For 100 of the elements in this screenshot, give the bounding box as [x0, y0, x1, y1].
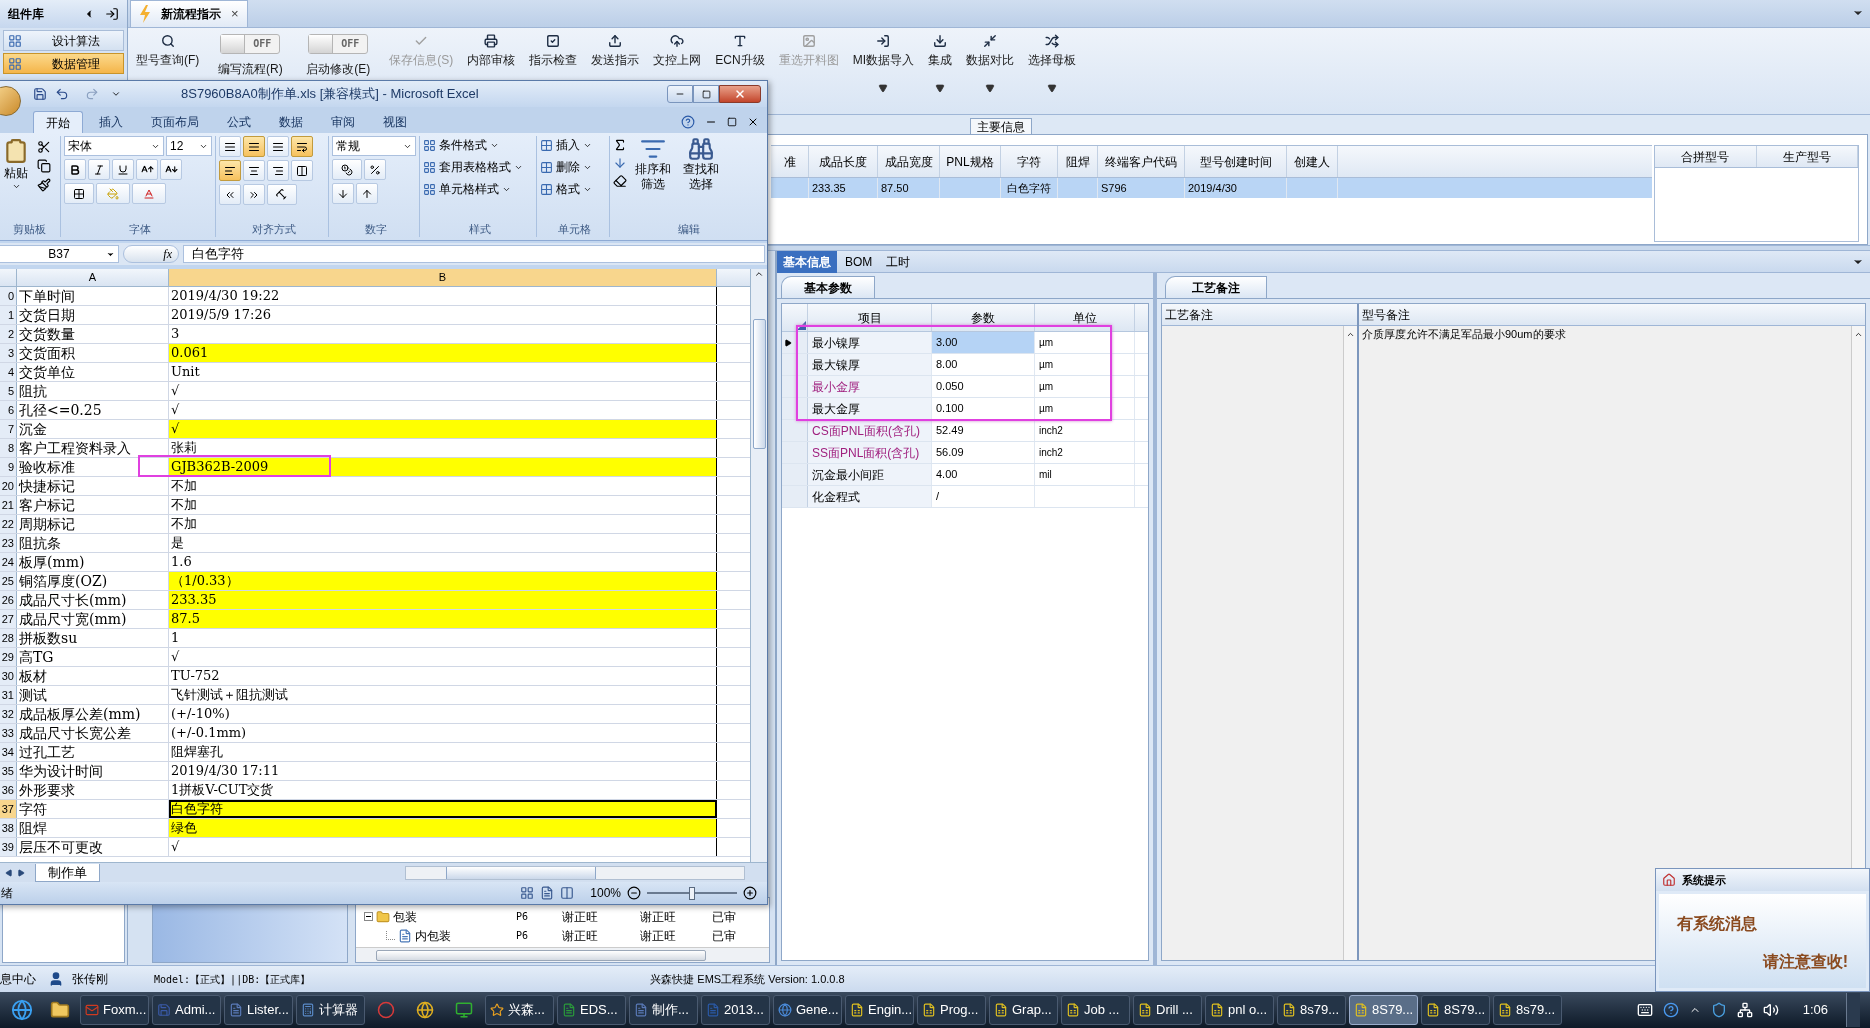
sheet-cell[interactable]: Unit	[169, 363, 717, 381]
edit-button[interactable]: 排序和筛选	[631, 136, 675, 192]
indent-button[interactable]	[219, 184, 241, 205]
sheet-cell[interactable]: 2019/4/30 19:22	[169, 287, 717, 305]
row-number[interactable]: 3	[0, 344, 17, 362]
taskbar-button[interactable]: 8S79...	[1349, 995, 1418, 1025]
toggle-switch[interactable]: OFF	[220, 34, 281, 54]
row-number[interactable]: 39	[0, 838, 17, 856]
font-color-button[interactable]	[132, 183, 166, 204]
next-sheet-icon[interactable]	[17, 868, 25, 877]
sheet-cell[interactable]: 2019/4/30 17:11	[169, 762, 717, 780]
caret-icon[interactable]	[935, 83, 945, 93]
fill-color-button[interactable]	[96, 183, 130, 204]
paste-button[interactable]: 粘贴	[0, 136, 33, 221]
row-number[interactable]: 20	[0, 477, 17, 495]
sheet-cell[interactable]: 阻焊塞孔	[169, 743, 717, 761]
tree-item[interactable]: 包装	[393, 907, 417, 926]
toolbar-button[interactable]: 数据对比	[964, 34, 1016, 69]
align-button[interactable]	[267, 136, 289, 157]
sum-icon[interactable]	[613, 138, 627, 152]
page-layout-icon[interactable]	[540, 886, 555, 900]
row-number[interactable]: 23	[0, 534, 17, 552]
taskbar-button[interactable]: 兴森...	[485, 995, 554, 1025]
bold-button[interactable]	[64, 159, 86, 180]
tab[interactable]: 基本信息	[777, 250, 837, 273]
decimal-button[interactable]	[332, 183, 354, 204]
font-name-select[interactable]: 宋体	[64, 136, 164, 156]
column-header[interactable]: 终端客户代码	[1098, 146, 1185, 177]
zoom-in-icon[interactable]	[743, 886, 757, 900]
taskbar-button[interactable]: Job ...	[1061, 995, 1130, 1025]
format-painter-icon[interactable]	[37, 178, 51, 192]
toolbar-button[interactable]: 内部审核	[465, 34, 518, 69]
row-number[interactable]: 24	[0, 553, 17, 571]
sheet-cell[interactable]: √	[169, 420, 717, 438]
sheet-cell[interactable]: 不加	[169, 515, 717, 533]
volume-icon[interactable]	[1762, 1002, 1779, 1018]
row-number[interactable]: 37	[0, 800, 17, 818]
name-box[interactable]: B37	[0, 245, 119, 263]
table-row[interactable]: 化金程式 /	[782, 486, 1148, 508]
style-button[interactable]: 单元格样式	[423, 180, 536, 198]
align-button[interactable]	[219, 160, 241, 181]
cell-button[interactable]: 插入	[540, 136, 609, 154]
sheet-cell[interactable]: 是	[169, 534, 717, 552]
sheet-tab[interactable]: 制作单	[35, 863, 100, 882]
help-icon[interactable]	[681, 115, 695, 129]
row-number[interactable]: 21	[0, 496, 17, 514]
column-header[interactable]: 参数	[932, 304, 1035, 331]
table-row[interactable]: 沉金最小间距 4.00 mil	[782, 464, 1148, 486]
column-header[interactable]: 生产型号	[1756, 146, 1858, 167]
style-button[interactable]: 条件格式	[423, 136, 536, 154]
edit-button[interactable]: 查找和选择	[679, 136, 723, 192]
sheet-cell[interactable]: 1拼板V-CUT交货	[169, 781, 717, 799]
decimal-button[interactable]	[356, 183, 378, 204]
sheet-cell[interactable]: 1	[169, 629, 717, 647]
browser-icon[interactable]	[11, 999, 33, 1021]
column-header[interactable]: 型号创建时间	[1185, 146, 1287, 177]
sheet-cell[interactable]: 飞针测试＋阻抗测试	[169, 686, 717, 704]
row-number[interactable]: 7	[0, 420, 17, 438]
row-number[interactable]: 25	[0, 572, 17, 590]
row-number[interactable]: 38	[0, 819, 17, 837]
column-header[interactable]: 创建人	[1287, 146, 1338, 177]
sheet-cell[interactable]: TU-752	[169, 667, 717, 685]
taskbar-button[interactable]: Drill ...	[1133, 995, 1202, 1025]
undo-icon[interactable]	[55, 87, 69, 101]
sheet-cell[interactable]: （1/0.33）	[169, 572, 717, 590]
show-desktop-button[interactable]	[1846, 993, 1860, 1027]
close-icon[interactable]	[747, 116, 759, 128]
row-number[interactable]: 30	[0, 667, 17, 685]
align-button[interactable]	[291, 160, 313, 181]
align-button[interactable]	[243, 160, 265, 181]
style-button[interactable]: 套用表格格式	[423, 158, 536, 176]
row-number[interactable]: 31	[0, 686, 17, 704]
scroll-up-icon[interactable]	[1854, 330, 1863, 339]
copy-icon[interactable]	[37, 159, 51, 173]
sheet-cell[interactable]: 1.6	[169, 553, 717, 571]
cell-button[interactable]: 删除	[540, 158, 609, 176]
taskbar-button[interactable]: pnl o...	[1205, 995, 1274, 1025]
table-row[interactable]: 233.35 87.50 白色字符 S796 2019/4/30	[771, 178, 1652, 198]
row-number[interactable]: 34	[0, 743, 17, 761]
panel-tab[interactable]: 工艺备注	[1165, 276, 1267, 298]
shield-icon[interactable]	[1710, 1002, 1727, 1018]
taskbar-button[interactable]: EDS...	[557, 995, 626, 1025]
row-number[interactable]: 36	[0, 781, 17, 799]
row-number[interactable]: 27	[0, 610, 17, 628]
zoom-slider[interactable]	[647, 886, 737, 900]
sheet-cell[interactable]: GJB362B-2009	[169, 458, 717, 476]
sheet-cell[interactable]: (+/-10%)	[169, 705, 717, 723]
zoom-out-icon[interactable]	[627, 886, 641, 900]
save-icon[interactable]	[33, 87, 47, 101]
normal-view-icon[interactable]	[520, 886, 535, 900]
sheet-cell[interactable]: 不加	[169, 496, 717, 514]
taskbar-button[interactable]: 制作...	[629, 995, 698, 1025]
row-number[interactable]: 29	[0, 648, 17, 666]
row-number[interactable]: 5	[0, 382, 17, 400]
cell-button[interactable]: 格式	[540, 180, 609, 198]
italic-button[interactable]	[88, 159, 110, 180]
row-number[interactable]: 2	[0, 325, 17, 343]
taskbar-button[interactable]: 8s79...	[1493, 995, 1562, 1025]
toolbar-button[interactable]: 集成	[926, 34, 954, 69]
table-row[interactable]: CS面PNL面积(含孔) 52.49 inch2	[782, 420, 1148, 442]
